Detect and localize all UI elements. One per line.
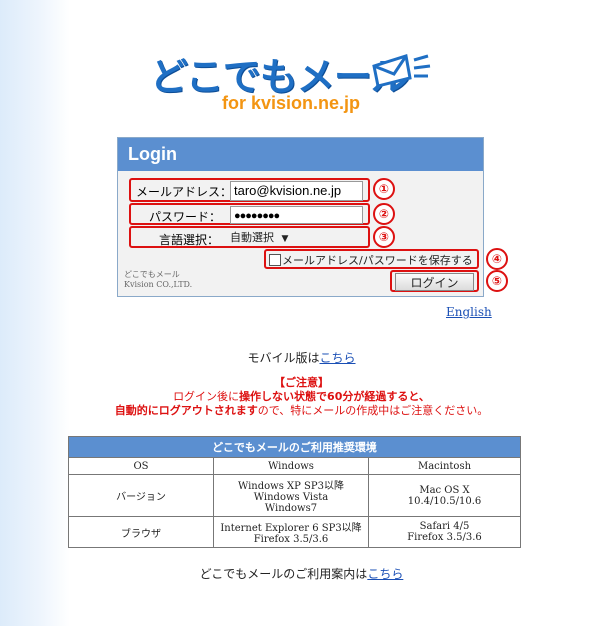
company-info: どこでもメール Kvision CO.,LTD. xyxy=(124,270,192,290)
mobile-link[interactable]: こちら xyxy=(320,351,356,365)
language-select[interactable]: 自動選択 ▼ xyxy=(230,230,302,246)
header-macintosh: Macintosh xyxy=(368,457,521,475)
version-mac: Mac OS X 10.4/10.5/10.6 xyxy=(368,474,521,517)
login-panel: Login メールアドレス： taro@kvision.ne.jp パスワード：… xyxy=(117,137,484,297)
header-windows: Windows xyxy=(213,457,369,475)
language-label: 言語選択： xyxy=(159,233,220,247)
row-label-version: バージョン xyxy=(68,474,214,517)
environment-table-caption: どこでもメールのご利用推奨環境 xyxy=(68,436,521,458)
login-button-wrapper: ログイン xyxy=(390,270,479,292)
version-windows: Windows XP SP3以降 Windows Vista Windows7 xyxy=(213,474,369,517)
cell-line: Safari 4/5 xyxy=(419,521,470,532)
company-product: どこでもメール xyxy=(124,270,180,279)
save-credentials-checkbox[interactable] xyxy=(269,254,281,266)
notice-line-1: ログイン後に操作しない状態で60分が経過すると、 xyxy=(0,390,603,404)
notice-line-2-b: ので、特にメールの作成中はご注意ください。 xyxy=(257,404,489,417)
marker-5: ⑤ xyxy=(486,270,508,292)
mobile-text: モバイル版は xyxy=(247,351,320,365)
cell-line: Windows Vista xyxy=(253,492,329,503)
save-credentials-row: メールアドレス/パスワードを保存する xyxy=(264,249,479,269)
notice-line-2: 自動的にログアウトされますので、特にメールの作成中はご注意ください。 xyxy=(0,404,603,418)
login-button[interactable]: ログイン xyxy=(395,273,474,291)
password-label: パスワード： xyxy=(149,210,222,224)
cell-line: Windows7 xyxy=(264,503,318,514)
notice-line-2-a: 自動的にログアウトされます xyxy=(114,404,258,417)
language-value: 自動選択 xyxy=(230,231,274,244)
email-input[interactable]: taro@kvision.ne.jp xyxy=(230,181,363,201)
password-row: パスワード： ●●●●●●●● xyxy=(129,203,370,225)
marker-1: ① xyxy=(373,178,395,200)
table-row: バージョン Windows XP SP3以降 Windows Vista Win… xyxy=(68,474,521,517)
marker-4: ④ xyxy=(486,248,508,270)
browser-windows: Internet Explorer 6 SP3以降 Firefox 3.5/3.… xyxy=(213,516,369,548)
language-row: 言語選択： 自動選択 ▼ xyxy=(129,226,370,248)
cell-line: Firefox 3.5/3.6 xyxy=(407,532,482,543)
email-row: メールアドレス： taro@kvision.ne.jp xyxy=(129,178,370,202)
login-header: Login xyxy=(118,138,483,171)
guide-link[interactable]: こちら xyxy=(367,567,403,581)
notice-line-1-a: ログイン後に xyxy=(173,390,240,403)
cell-line: Windows XP SP3以降 xyxy=(237,481,344,492)
cell-line: 10.4/10.5/10.6 xyxy=(407,495,482,507)
cell-line: Firefox 3.5/3.6 xyxy=(253,534,329,545)
guide-text: どこでもメールのご利用案内は xyxy=(199,567,368,581)
marker-3: ③ xyxy=(373,226,395,248)
notice-line-1-b: 操作しない状態で60分が経過すると、 xyxy=(239,390,430,403)
logo-subtitle: for kvision.ne.jp xyxy=(222,93,361,113)
guide-line: どこでもメールのご利用案内はこちら xyxy=(0,565,603,582)
chevron-down-icon: ▼ xyxy=(281,234,289,244)
header-os: OS xyxy=(68,457,214,475)
envelope-icon xyxy=(372,54,431,88)
cell-line: Mac OS X xyxy=(419,484,470,496)
password-input[interactable]: ●●●●●●●● xyxy=(230,206,363,224)
table-row: ブラウザ Internet Explorer 6 SP3以降 Firefox 3… xyxy=(68,516,521,548)
row-label-browser: ブラウザ xyxy=(68,516,214,548)
notice-title: 【ご注意】 xyxy=(274,376,329,389)
browser-mac: Safari 4/5 Firefox 3.5/3.6 xyxy=(368,516,521,548)
cell-line: Internet Explorer 6 SP3以降 xyxy=(220,523,362,534)
email-label: メールアドレス： xyxy=(136,185,233,199)
save-credentials-label: メールアドレス/パスワードを保存する xyxy=(282,254,473,267)
environment-table: どこでもメールのご利用推奨環境 OS Windows Macintosh バージ… xyxy=(68,436,521,548)
marker-2: ② xyxy=(373,203,395,225)
mobile-line: モバイル版はこちら xyxy=(0,349,603,366)
english-link[interactable]: English xyxy=(446,305,492,319)
company-name: Kvision CO.,LTD. xyxy=(124,280,193,289)
notice-block: 【ご注意】 ログイン後に操作しない状態で60分が経過すると、 自動的にログアウト… xyxy=(0,376,603,418)
